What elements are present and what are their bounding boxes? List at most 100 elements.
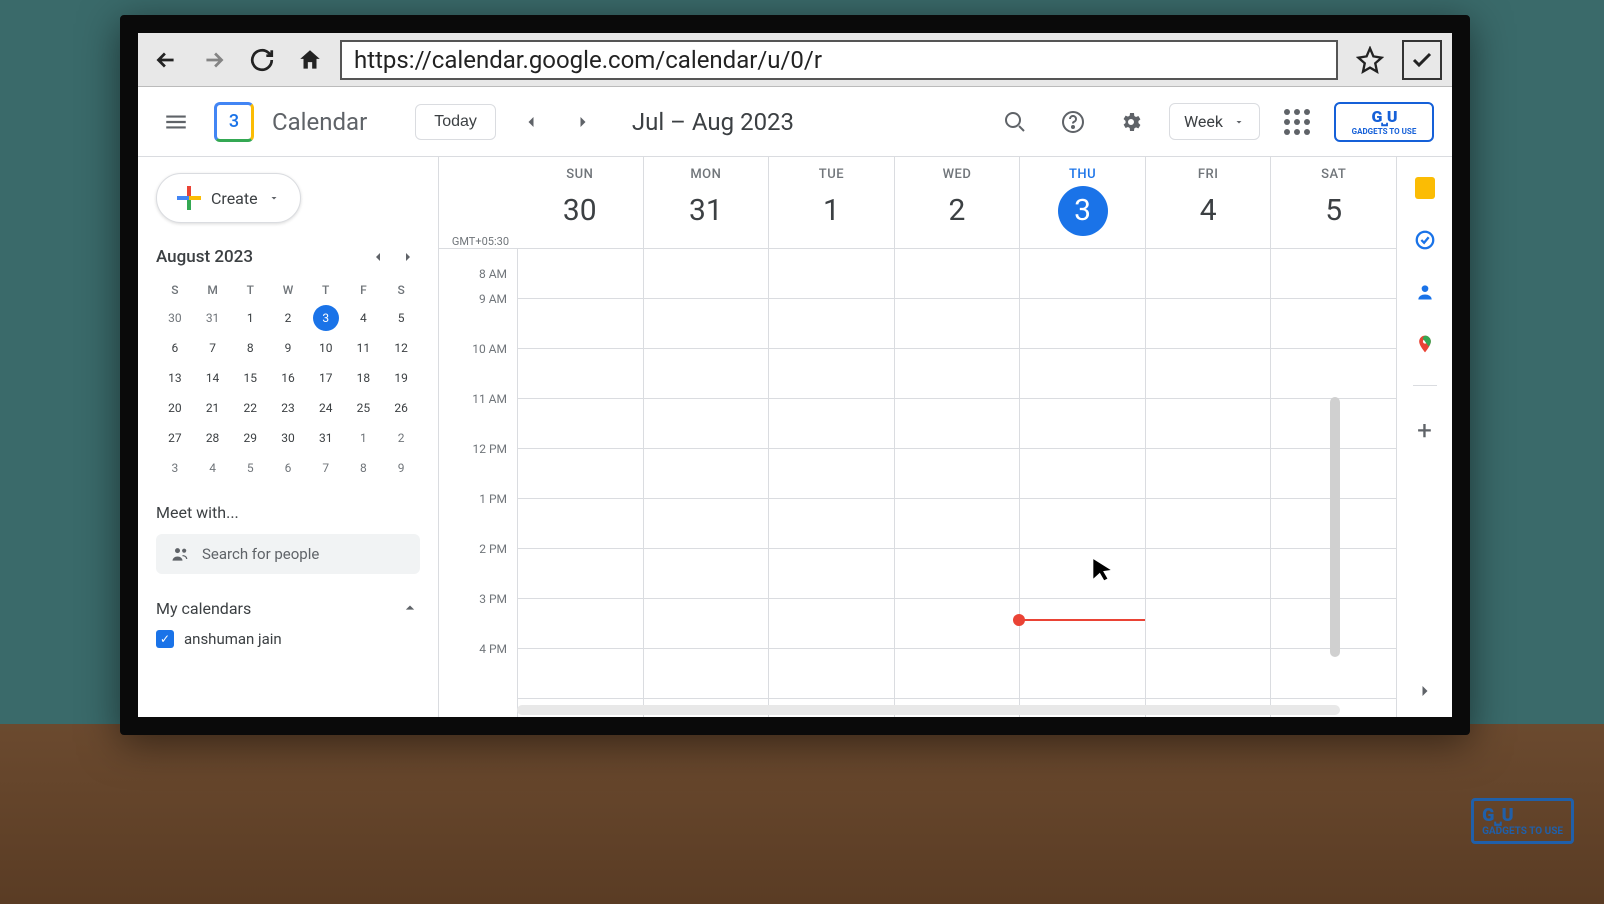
mini-day-cell[interactable]: 9: [275, 335, 301, 361]
mini-prev-button[interactable]: [366, 245, 390, 269]
current-time-indicator: [1019, 619, 1145, 621]
mini-day-cell[interactable]: 28: [200, 425, 226, 451]
mini-day-cell[interactable]: 30: [162, 305, 188, 331]
google-apps-button[interactable]: [1278, 103, 1316, 141]
mini-day-cell[interactable]: 22: [237, 395, 263, 421]
mini-day-cell[interactable]: 23: [275, 395, 301, 421]
my-calendars-toggle[interactable]: My calendars: [156, 598, 420, 618]
day-number[interactable]: 31: [681, 186, 731, 236]
help-button[interactable]: [1053, 102, 1093, 142]
view-selector[interactable]: Week: [1169, 103, 1260, 140]
mini-day-cell[interactable]: 25: [350, 395, 376, 421]
mini-day-cell[interactable]: 3: [313, 305, 339, 331]
mini-day-cell[interactable]: 31: [200, 305, 226, 331]
mini-day-cell[interactable]: 8: [237, 335, 263, 361]
horizontal-scrollbar[interactable]: [517, 705, 1340, 715]
day-header[interactable]: SUN30: [517, 157, 643, 248]
mini-day-cell[interactable]: 24: [313, 395, 339, 421]
forward-button[interactable]: [196, 42, 232, 78]
mini-day-cell[interactable]: 3: [162, 455, 188, 481]
mini-next-button[interactable]: [396, 245, 420, 269]
day-header[interactable]: MON31: [643, 157, 769, 248]
account-brand-logo[interactable]: G⎵U GADGETS TO USE: [1334, 102, 1434, 142]
get-addons-button[interactable]: +: [1417, 416, 1432, 446]
day-header[interactable]: THU3: [1019, 157, 1145, 248]
mini-day-cell[interactable]: 18: [350, 365, 376, 391]
day-column[interactable]: [517, 249, 643, 717]
day-header[interactable]: TUE1: [768, 157, 894, 248]
create-button[interactable]: Create: [156, 173, 301, 223]
day-column[interactable]: [643, 249, 769, 717]
mini-day-cell[interactable]: 16: [275, 365, 301, 391]
bookmark-star-button[interactable]: [1350, 40, 1390, 80]
mini-day-cell[interactable]: 15: [237, 365, 263, 391]
calendar-checkbox[interactable]: ✓: [156, 630, 174, 648]
mini-day-cell[interactable]: 4: [200, 455, 226, 481]
main-menu-button[interactable]: [156, 102, 196, 142]
mini-day-cell[interactable]: 20: [162, 395, 188, 421]
url-bar[interactable]: https://calendar.google.com/calendar/u/0…: [340, 40, 1338, 80]
mini-day-cell[interactable]: 10: [313, 335, 339, 361]
next-period-button[interactable]: [566, 105, 600, 139]
mini-day-cell[interactable]: 11: [350, 335, 376, 361]
day-number[interactable]: 5: [1309, 186, 1359, 236]
mini-day-cell[interactable]: 1: [237, 305, 263, 331]
search-button[interactable]: [995, 102, 1035, 142]
day-column[interactable]: [1019, 249, 1145, 717]
mini-day-cell[interactable]: 12: [388, 335, 414, 361]
mini-day-cell[interactable]: 6: [275, 455, 301, 481]
mini-day-cell[interactable]: 5: [388, 305, 414, 331]
hour-label: 4 PM: [439, 642, 517, 692]
mini-day-cell[interactable]: 26: [388, 395, 414, 421]
checkbox-button[interactable]: [1402, 40, 1442, 80]
mini-day-cell[interactable]: 4: [350, 305, 376, 331]
browser-toolbar: https://calendar.google.com/calendar/u/0…: [138, 33, 1452, 87]
mini-day-cell[interactable]: 17: [313, 365, 339, 391]
mini-day-cell[interactable]: 8: [350, 455, 376, 481]
settings-button[interactable]: [1111, 102, 1151, 142]
tasks-icon[interactable]: [1414, 229, 1436, 251]
hour-label: 11 AM: [439, 392, 517, 442]
calendar-grid: GMT+05:30 SUN30MON31TUE1WED2THU3FRI4SAT5…: [438, 157, 1396, 717]
day-number[interactable]: 1: [806, 186, 856, 236]
mini-day-cell[interactable]: 13: [162, 365, 188, 391]
prev-period-button[interactable]: [514, 105, 548, 139]
day-header[interactable]: SAT5: [1270, 157, 1396, 248]
mini-day-cell[interactable]: 6: [162, 335, 188, 361]
today-button[interactable]: Today: [415, 104, 496, 140]
mini-day-cell[interactable]: 14: [200, 365, 226, 391]
day-column[interactable]: [894, 249, 1020, 717]
day-number[interactable]: 3: [1058, 186, 1108, 236]
mini-day-cell[interactable]: 7: [313, 455, 339, 481]
back-button[interactable]: [148, 42, 184, 78]
day-column[interactable]: [768, 249, 894, 717]
people-search-input[interactable]: Search for people: [156, 534, 420, 574]
day-column[interactable]: [1145, 249, 1271, 717]
vertical-scrollbar[interactable]: [1330, 397, 1340, 657]
mini-day-cell[interactable]: 19: [388, 365, 414, 391]
mini-day-cell[interactable]: 7: [200, 335, 226, 361]
mini-day-cell[interactable]: 5: [237, 455, 263, 481]
day-header[interactable]: WED2: [894, 157, 1020, 248]
mini-day-cell[interactable]: 30: [275, 425, 301, 451]
mini-day-cell[interactable]: 21: [200, 395, 226, 421]
mini-day-cell[interactable]: 29: [237, 425, 263, 451]
mini-day-cell[interactable]: 2: [388, 425, 414, 451]
hide-panel-button[interactable]: [1415, 681, 1435, 701]
day-number[interactable]: 4: [1183, 186, 1233, 236]
mini-day-cell[interactable]: 27: [162, 425, 188, 451]
day-header[interactable]: FRI4: [1145, 157, 1271, 248]
keep-icon[interactable]: [1415, 177, 1435, 199]
reload-button[interactable]: [244, 42, 280, 78]
day-number[interactable]: 2: [932, 186, 982, 236]
mini-day-cell[interactable]: 2: [275, 305, 301, 331]
mini-dow-label: W: [269, 279, 307, 301]
home-button[interactable]: [292, 42, 328, 78]
mini-day-cell[interactable]: 9: [388, 455, 414, 481]
maps-icon[interactable]: [1414, 333, 1436, 355]
contacts-icon[interactable]: [1414, 281, 1436, 303]
calendar-list-item[interactable]: ✓ anshuman jain: [156, 630, 420, 648]
mini-day-cell[interactable]: 1: [350, 425, 376, 451]
mini-day-cell[interactable]: 31: [313, 425, 339, 451]
day-number[interactable]: 30: [555, 186, 605, 236]
